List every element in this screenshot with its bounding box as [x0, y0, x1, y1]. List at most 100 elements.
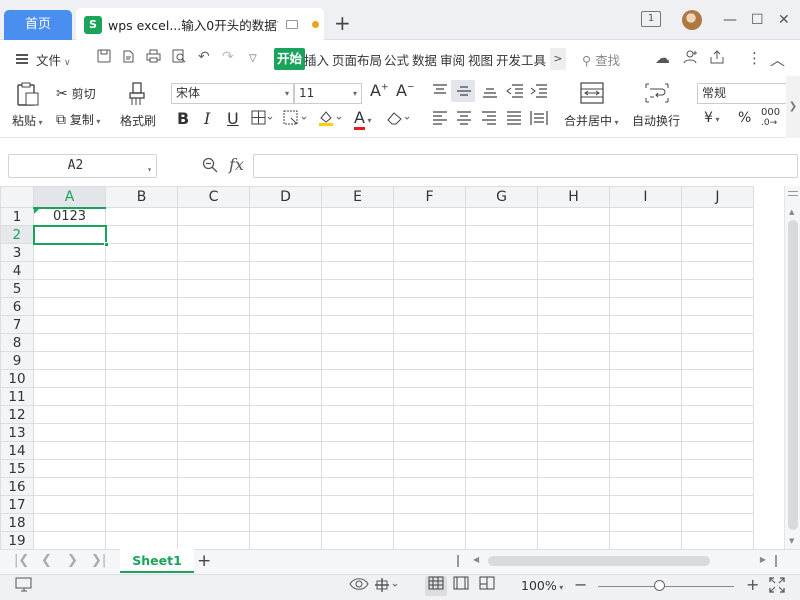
cell-i12[interactable] [609, 405, 682, 424]
cell-c1[interactable] [177, 207, 250, 226]
row-header[interactable]: 12 [0, 405, 34, 424]
cell-a6[interactable] [33, 297, 106, 316]
merge-center-icon[interactable] [580, 82, 604, 107]
save-icon[interactable] [97, 49, 111, 67]
cell-a18[interactable] [33, 513, 106, 532]
cell-f7[interactable] [393, 315, 466, 334]
cell-c4[interactable] [177, 261, 250, 280]
cell-b18[interactable] [105, 513, 178, 532]
cell-i1[interactable] [609, 207, 682, 226]
cell-h6[interactable] [537, 297, 610, 316]
column-header[interactable]: G [465, 186, 538, 208]
font-name-select[interactable]: 宋体 ▾ [171, 83, 294, 104]
row-header[interactable]: 6 [0, 297, 34, 316]
cell-c15[interactable] [177, 459, 250, 478]
redo-icon[interactable]: ↷ [222, 49, 234, 65]
cell-j18[interactable] [681, 513, 754, 532]
cell-f15[interactable] [393, 459, 466, 478]
borders-icon[interactable] [251, 110, 273, 129]
page-layout-view-button[interactable] [450, 576, 472, 596]
row-header[interactable]: 16 [0, 477, 34, 496]
cell-j4[interactable] [681, 261, 754, 280]
increase-indent-icon[interactable] [530, 84, 548, 101]
cell-d3[interactable] [249, 243, 322, 262]
tab-split-handle[interactable] [457, 555, 459, 567]
cell-d16[interactable] [249, 477, 322, 496]
copy-button[interactable]: ⧉ 复制 ▾ [56, 111, 100, 128]
cell-c19[interactable] [177, 531, 250, 549]
cell-h14[interactable] [537, 441, 610, 460]
zoom-in-button[interactable]: + [746, 575, 759, 594]
undo-icon[interactable]: ↶ [198, 49, 210, 65]
add-sheet-button[interactable]: + [197, 551, 211, 571]
zoom-out-button[interactable]: − [574, 575, 587, 594]
ribbon-scroll-right-button[interactable]: ❯ [786, 76, 800, 138]
scroll-up-icon[interactable]: ▲ [789, 208, 794, 216]
hamburger-menu-icon[interactable] [16, 52, 28, 66]
cell-a10[interactable] [33, 369, 106, 388]
cloud-sync-icon[interactable]: ☁ [655, 49, 670, 67]
share-icon[interactable] [709, 49, 725, 69]
cell-i15[interactable] [609, 459, 682, 478]
scroll-left-icon[interactable]: ◀ [473, 555, 479, 564]
cell-j10[interactable] [681, 369, 754, 388]
cell-a17[interactable] [33, 495, 106, 514]
cell-h13[interactable] [537, 423, 610, 442]
row-header[interactable]: 1 [0, 207, 34, 226]
fill-color-icon[interactable] [317, 109, 343, 130]
cell-b14[interactable] [105, 441, 178, 460]
align-bottom-icon[interactable] [482, 84, 498, 101]
cell-i11[interactable] [609, 387, 682, 406]
cell-d14[interactable] [249, 441, 322, 460]
cell-j13[interactable] [681, 423, 754, 442]
cell-c6[interactable] [177, 297, 250, 316]
new-tab-button[interactable]: + [334, 13, 351, 33]
row-header[interactable]: 18 [0, 513, 34, 532]
cell-c9[interactable] [177, 351, 250, 370]
cell-j3[interactable] [681, 243, 754, 262]
cell-b19[interactable] [105, 531, 178, 549]
cell-g15[interactable] [465, 459, 538, 478]
cell-i4[interactable] [609, 261, 682, 280]
cell-i17[interactable] [609, 495, 682, 514]
cell-b12[interactable] [105, 405, 178, 424]
currency-format-button[interactable]: ¥ ▾ [704, 110, 719, 126]
cell-d10[interactable] [249, 369, 322, 388]
cell-c13[interactable] [177, 423, 250, 442]
cell-a7[interactable] [33, 315, 106, 334]
cell-i8[interactable] [609, 333, 682, 352]
cut-button[interactable]: ✂ 剪切 [56, 85, 96, 102]
cell-h12[interactable] [537, 405, 610, 424]
cell-a5[interactable] [33, 279, 106, 298]
cell-f17[interactable] [393, 495, 466, 514]
search-box[interactable]: ⚲ 查找 [582, 50, 620, 69]
wrap-text-button[interactable]: 自动换行 [632, 112, 680, 129]
cell-d13[interactable] [249, 423, 322, 442]
cell-j1[interactable] [681, 207, 754, 226]
cell-c17[interactable] [177, 495, 250, 514]
cell-j8[interactable] [681, 333, 754, 352]
align-left-icon[interactable] [432, 111, 448, 128]
window-counter-icon[interactable]: 1 [641, 11, 661, 27]
cell-d6[interactable] [249, 297, 322, 316]
cell-b15[interactable] [105, 459, 178, 478]
more-options-icon[interactable]: ⋮ [747, 49, 762, 67]
vertical-scrollbar[interactable]: ▲ ▼ [784, 186, 800, 549]
sheet-tab-sheet1[interactable]: Sheet1 [120, 549, 194, 573]
cell-b2[interactable] [105, 225, 178, 244]
cell-f12[interactable] [393, 405, 466, 424]
tab-page-layout[interactable]: 页面布局 [332, 50, 382, 69]
print-preview-icon[interactable] [172, 49, 186, 67]
unsaved-dot-icon[interactable] [312, 21, 319, 28]
home-tab[interactable]: 首页 [4, 10, 72, 40]
cell-g14[interactable] [465, 441, 538, 460]
justify-icon[interactable] [506, 111, 522, 128]
row-header[interactable]: 2 [0, 225, 34, 244]
cell-j19[interactable] [681, 531, 754, 549]
tab-developer[interactable]: 开发工具 [496, 50, 546, 69]
cell-a9[interactable] [33, 351, 106, 370]
print-icon[interactable] [146, 49, 161, 67]
cell-h10[interactable] [537, 369, 610, 388]
next-sheet-icon[interactable]: ❯ [67, 553, 78, 568]
cell-h15[interactable] [537, 459, 610, 478]
